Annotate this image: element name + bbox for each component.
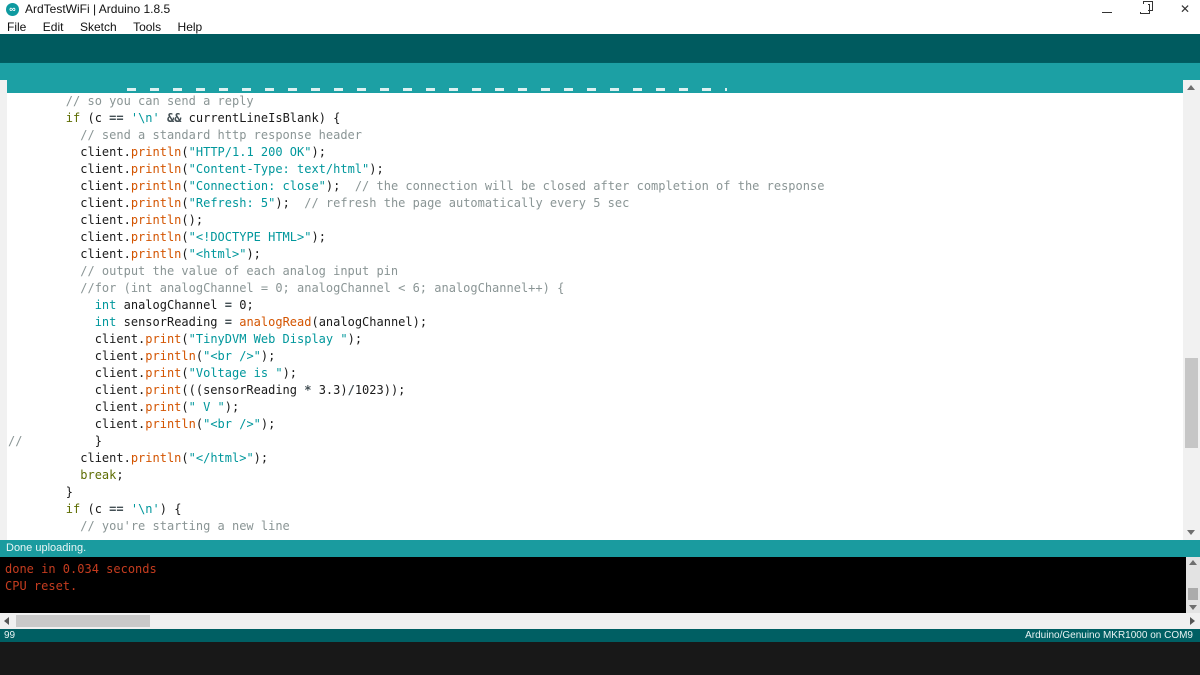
windows-taskbar: e	[0, 642, 1200, 675]
selected-line-highlight	[7, 80, 1183, 93]
minimize-button[interactable]	[1090, 0, 1124, 18]
menu-help[interactable]: Help	[172, 19, 209, 34]
title-bar: ∞ ArdTestWiFi | Arduino 1.8.5 ✕	[0, 0, 1200, 18]
menu-tools[interactable]: Tools	[127, 19, 167, 34]
code-area[interactable]: // so you can send a reply if (c == '\n'…	[8, 93, 824, 535]
board-port-info: Arduino/Genuino MKR1000 on COM9	[1025, 630, 1193, 641]
scroll-down-arrow[interactable]	[1187, 530, 1195, 535]
scrollbar-thumb[interactable]	[16, 615, 150, 627]
scroll-up-arrow[interactable]	[1189, 560, 1197, 565]
tab-bar: ArdTestWiFi ▼	[0, 62, 1200, 143]
console-line: CPU reset.	[5, 579, 78, 593]
ide-footer-strip: 99 Arduino/Genuino MKR1000 on COM9	[0, 629, 1200, 642]
toolbar: ✓ →	[0, 34, 1200, 93]
scrollbar-thumb[interactable]	[1185, 358, 1198, 448]
editor-vertical-scrollbar[interactable]	[1183, 80, 1200, 540]
window-title: ArdTestWiFi | Arduino 1.8.5	[25, 2, 171, 16]
cursor-line-number: 99	[4, 630, 16, 641]
scrollbar-thumb[interactable]	[1188, 588, 1198, 600]
arduino-app-icon: ∞	[6, 3, 19, 16]
menu-sketch[interactable]: Sketch	[74, 19, 123, 34]
menu-edit[interactable]: Edit	[37, 19, 70, 34]
minimize-icon	[1102, 12, 1112, 13]
output-console: done in 0.034 seconds CPU reset.	[0, 557, 1200, 613]
scroll-down-arrow[interactable]	[1189, 605, 1197, 610]
menu-file[interactable]: File	[1, 19, 32, 34]
code-editor[interactable]: // so you can send a reply if (c == '\n'…	[0, 80, 1200, 540]
editor-gutter	[0, 80, 7, 540]
menu-bar: File Edit Sketch Tools Help	[0, 18, 1200, 34]
console-vertical-scrollbar[interactable]	[1186, 557, 1200, 613]
scroll-right-arrow[interactable]	[1190, 617, 1195, 625]
scroll-left-arrow[interactable]	[4, 617, 9, 625]
restore-button[interactable]	[1128, 0, 1162, 18]
close-icon: ✕	[1179, 2, 1191, 16]
console-horizontal-scrollbar[interactable]	[0, 613, 1200, 629]
status-message: Done uploading.	[6, 542, 87, 554]
restore-icon	[1140, 1, 1153, 14]
arduino-ide-window: ∞ ArdTestWiFi | Arduino 1.8.5 ✕ File Edi…	[0, 0, 1200, 675]
console-line: done in 0.034 seconds	[5, 562, 157, 576]
status-bar: Done uploading.	[0, 540, 1200, 557]
scroll-up-arrow[interactable]	[1187, 85, 1195, 90]
close-button[interactable]: ✕	[1168, 0, 1200, 18]
